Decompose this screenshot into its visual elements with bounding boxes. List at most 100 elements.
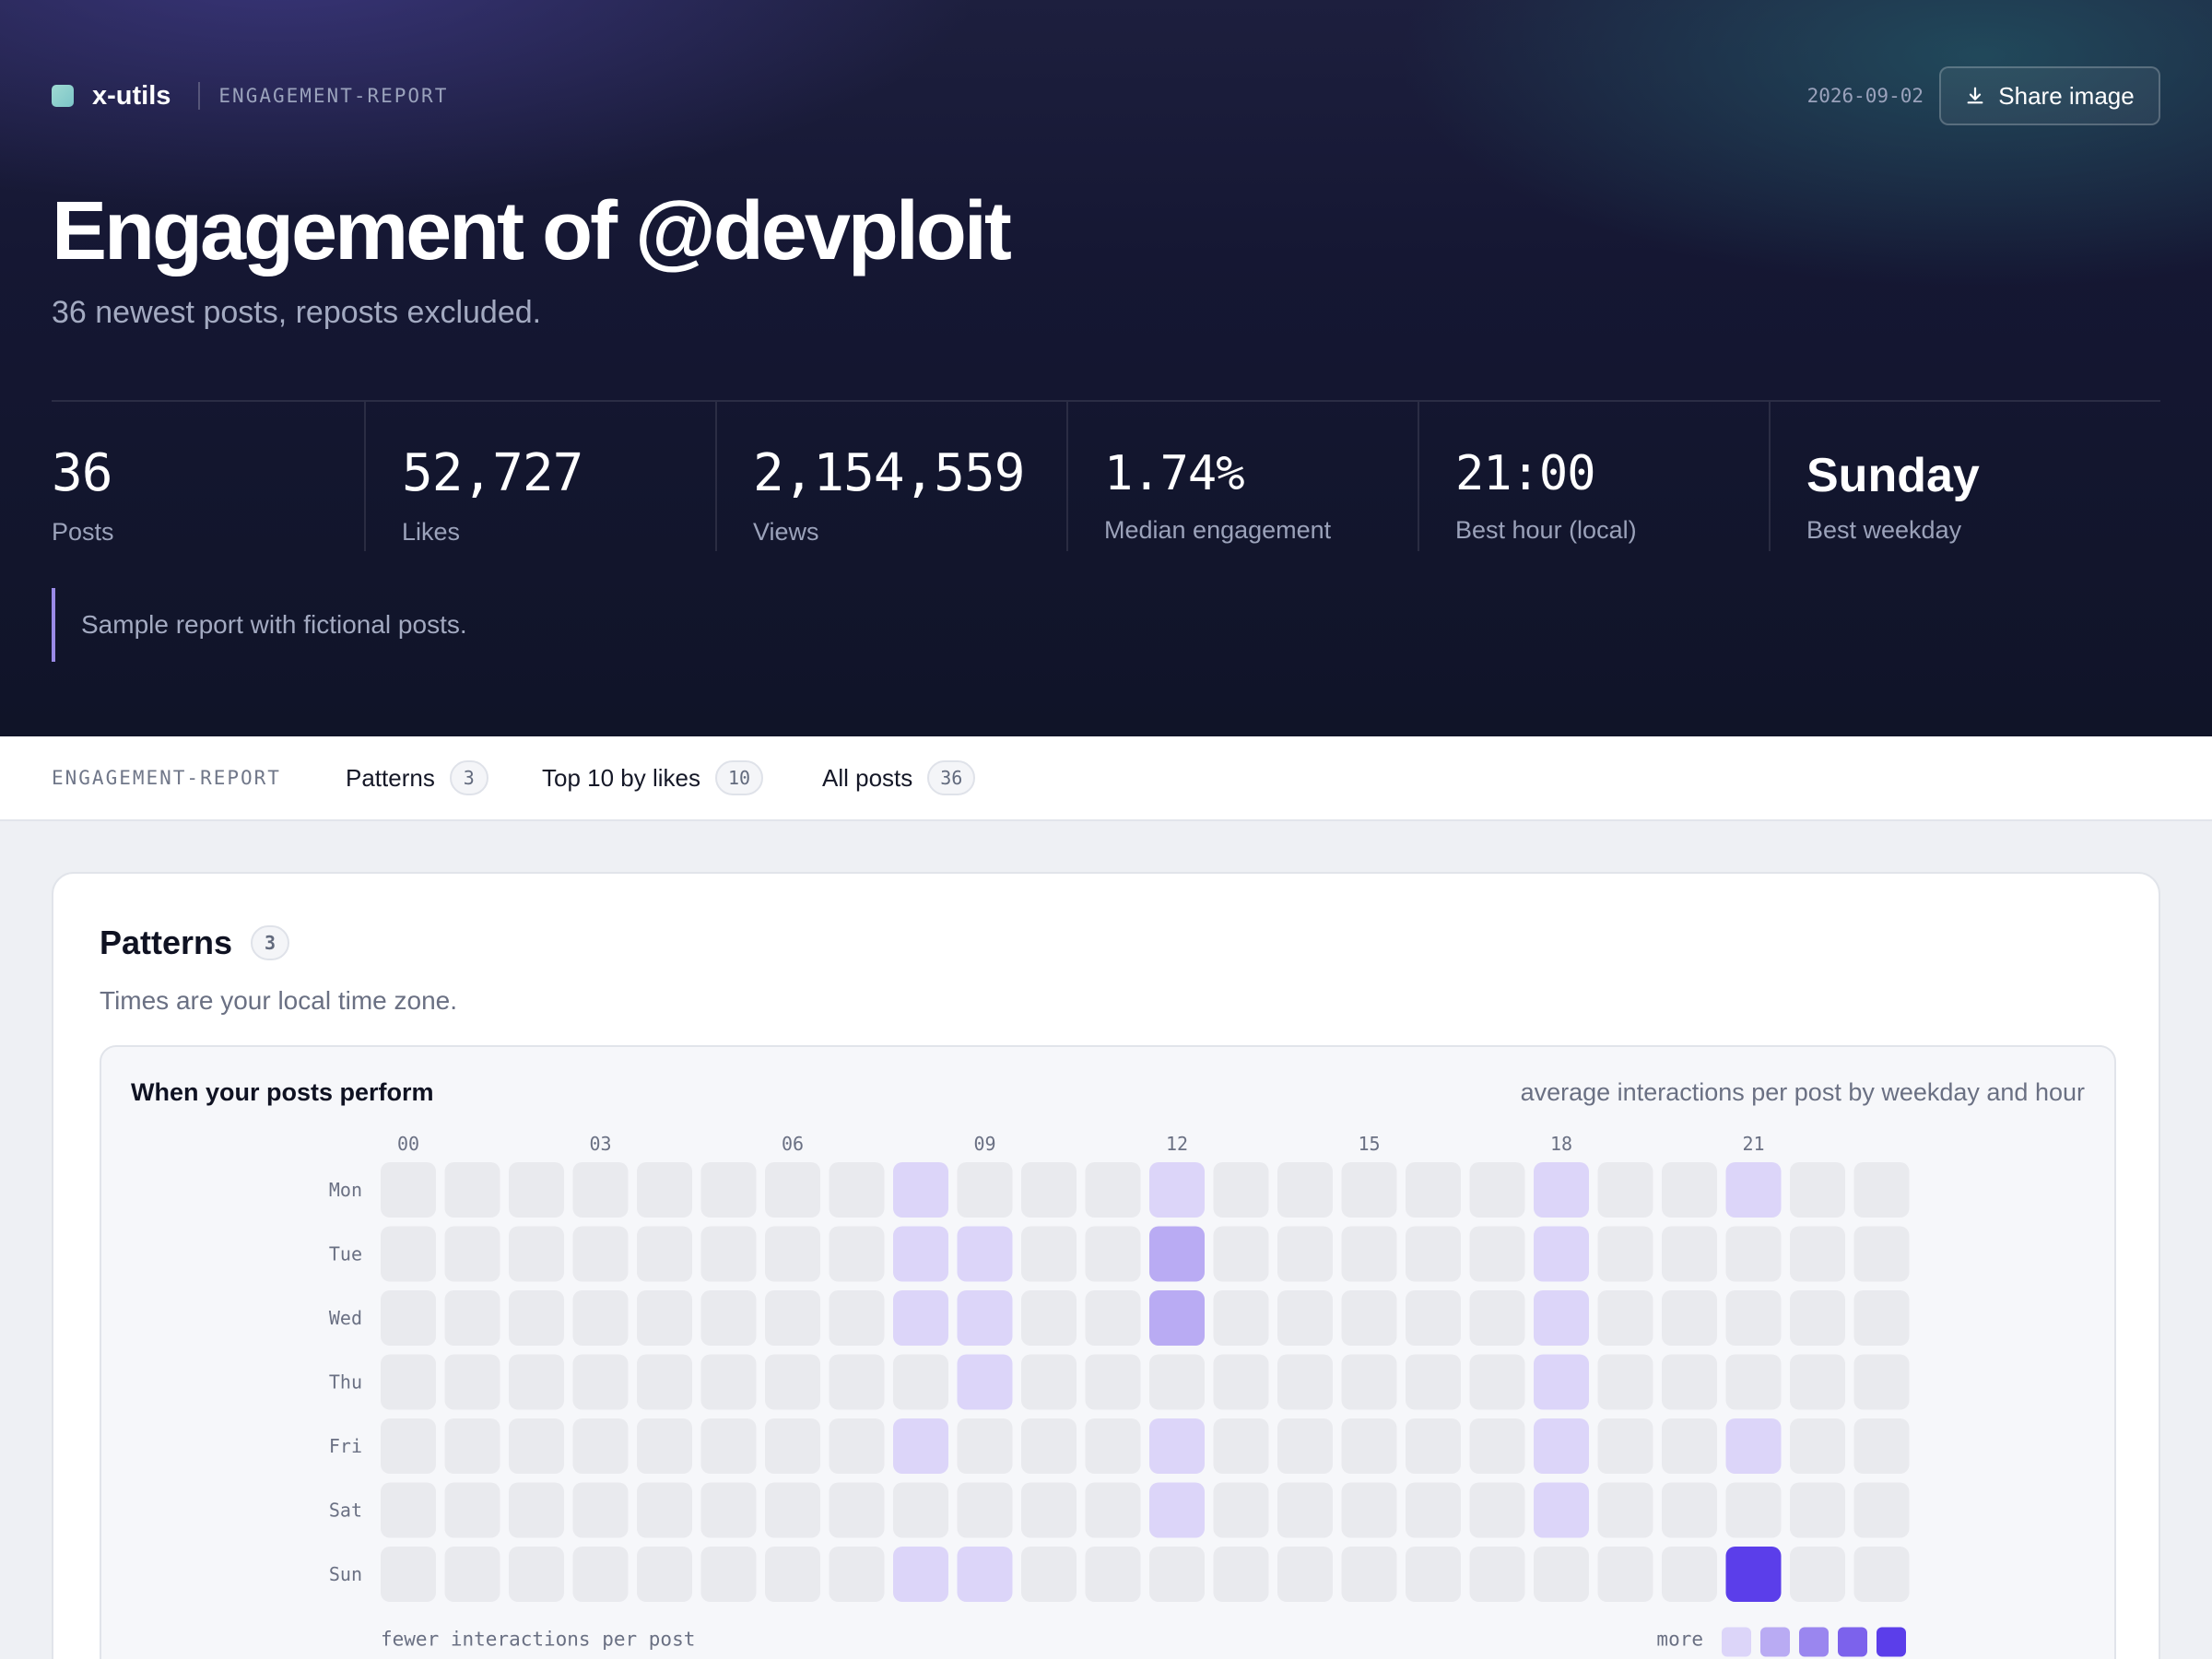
stat-label: Best weekday: [1806, 516, 1962, 544]
heatmap-cell: [1085, 1354, 1141, 1410]
heatmap-cell: [957, 1226, 1013, 1282]
heatmap-cell: [829, 1547, 885, 1602]
heatmap-cell: [381, 1482, 436, 1538]
tab-top-10-by-likes[interactable]: Top 10 by likes 10: [542, 760, 764, 795]
heatmap-cell: [1725, 1290, 1782, 1346]
heatmap-cell: [957, 1290, 1013, 1346]
heatmap-cell: [572, 1162, 629, 1218]
heatmap-cell: [1021, 1290, 1077, 1346]
stat-label: Views: [753, 518, 819, 546]
heatmap-cell: [1085, 1162, 1141, 1218]
heatmap-cell: [1149, 1547, 1205, 1602]
hour-tick-label: 21: [1742, 1133, 1764, 1155]
heatmap-cell: [765, 1354, 820, 1410]
heatmap-panel: When your posts perform average interact…: [100, 1045, 2116, 1659]
report-tag: ENGAGEMENT-REPORT: [218, 85, 449, 107]
heatmap-cell: [1085, 1418, 1141, 1474]
heatmap-cell: [765, 1418, 820, 1474]
heatmap-cell: [893, 1354, 948, 1410]
heatmap-cell: [444, 1482, 500, 1538]
heatmap-cell: [509, 1547, 564, 1602]
heatmap-cell: [1597, 1482, 1653, 1538]
heatmap-cell: [381, 1418, 436, 1474]
tab-all-posts[interactable]: All posts 36: [822, 760, 976, 795]
heatmap-cell: [1341, 1354, 1397, 1410]
heatmap-cell: [572, 1547, 629, 1602]
heatmap-cell: [1406, 1547, 1461, 1602]
heatmap-cell: [1469, 1418, 1525, 1474]
heatmap-cell: [1149, 1290, 1205, 1346]
count-badge: 36: [927, 760, 976, 795]
heatmap-cell: [1149, 1482, 1205, 1538]
stat-posts: 36 Posts: [52, 402, 364, 551]
heatmap-cell: [1149, 1354, 1205, 1410]
legend-swatch: [1722, 1627, 1751, 1657]
heatmap-cell: [829, 1226, 885, 1282]
legend-swatch: [1760, 1627, 1790, 1657]
legend-low-label: fewer interactions per post: [381, 1629, 695, 1651]
heatmap-cell: [1277, 1482, 1333, 1538]
heatmap-cell: [1534, 1547, 1589, 1602]
legend-swatch: [1799, 1627, 1829, 1657]
heatmap-cell: [700, 1547, 757, 1602]
share-image-label: Share image: [1998, 81, 2135, 110]
heatmap-cell: [1469, 1354, 1525, 1410]
stat-label: Best hour (local): [1455, 516, 1637, 544]
heatmap-cell: [1853, 1354, 1910, 1410]
heatmap-cell: [957, 1482, 1013, 1538]
heatmap-cell: [509, 1162, 564, 1218]
weekday-label: Thu: [329, 1371, 362, 1394]
heatmap-cell: [381, 1547, 436, 1602]
heatmap-cell: [572, 1482, 629, 1538]
heatmap-cell: [829, 1354, 885, 1410]
heatmap-cell: [444, 1162, 500, 1218]
heatmap-cell: [1790, 1482, 1845, 1538]
heatmap-cell: [1790, 1547, 1845, 1602]
heatmap-cell: [765, 1290, 820, 1346]
count-badge: 3: [449, 760, 488, 795]
heatmap-cell: [893, 1162, 948, 1218]
heatmap-cell: [1790, 1290, 1845, 1346]
heatmap-cell: [1341, 1418, 1397, 1474]
heatmap-cell: [1469, 1547, 1525, 1602]
heatmap-cell: [444, 1226, 500, 1282]
heatmap-cell: [1597, 1290, 1653, 1346]
share-image-button[interactable]: Share image: [1939, 66, 2160, 125]
heatmap-cell: [1662, 1162, 1717, 1218]
heatmap-cell: [1725, 1162, 1782, 1218]
heatmap-cell: [381, 1290, 436, 1346]
heatmap-chart: 00 03 06 09 12 15 18 21 Mon Tue Wed Thu Fri Sat Sun few…: [329, 1133, 1910, 1657]
heatmap-cell: [957, 1547, 1013, 1602]
heatmap-cell: [1725, 1226, 1782, 1282]
heatmap-cell: [1021, 1354, 1077, 1410]
stat-value: 36: [52, 443, 112, 503]
heatmap-cell: [1662, 1482, 1717, 1538]
heatmap-cell: [765, 1226, 820, 1282]
legend-high-label: more: [1656, 1629, 1703, 1651]
heatmap-cell: [1853, 1547, 1910, 1602]
weekday-label: Wed: [329, 1307, 362, 1329]
divider: [198, 82, 201, 110]
weekday-label: Sat: [329, 1500, 362, 1522]
count-badge: 3: [251, 925, 290, 960]
heatmap-cell: [1341, 1482, 1397, 1538]
heatmap-cell: [1213, 1162, 1269, 1218]
heatmap-cell: [637, 1290, 692, 1346]
heatmap-cell: [1213, 1354, 1269, 1410]
heatmap-cell: [957, 1418, 1013, 1474]
heatmap-cell: [1662, 1290, 1717, 1346]
weekday-label: Tue: [329, 1243, 362, 1265]
page-subtitle: 36 newest posts, reposts excluded.: [52, 295, 542, 330]
heatmap-cell: [1021, 1547, 1077, 1602]
hour-tick-label: 12: [1166, 1133, 1188, 1155]
heatmap-cell: [1085, 1290, 1141, 1346]
heatmap-cell: [509, 1418, 564, 1474]
heatmap-cell: [829, 1290, 885, 1346]
hour-tick-label: 06: [782, 1133, 804, 1155]
heatmap-cell: [1341, 1226, 1397, 1282]
heatmap-cell: [444, 1290, 500, 1346]
heatmap-cell: [1213, 1226, 1269, 1282]
tab-patterns[interactable]: Patterns 3: [346, 760, 488, 795]
heatmap-cell: [1853, 1290, 1910, 1346]
heatmap-cell: [1213, 1418, 1269, 1474]
